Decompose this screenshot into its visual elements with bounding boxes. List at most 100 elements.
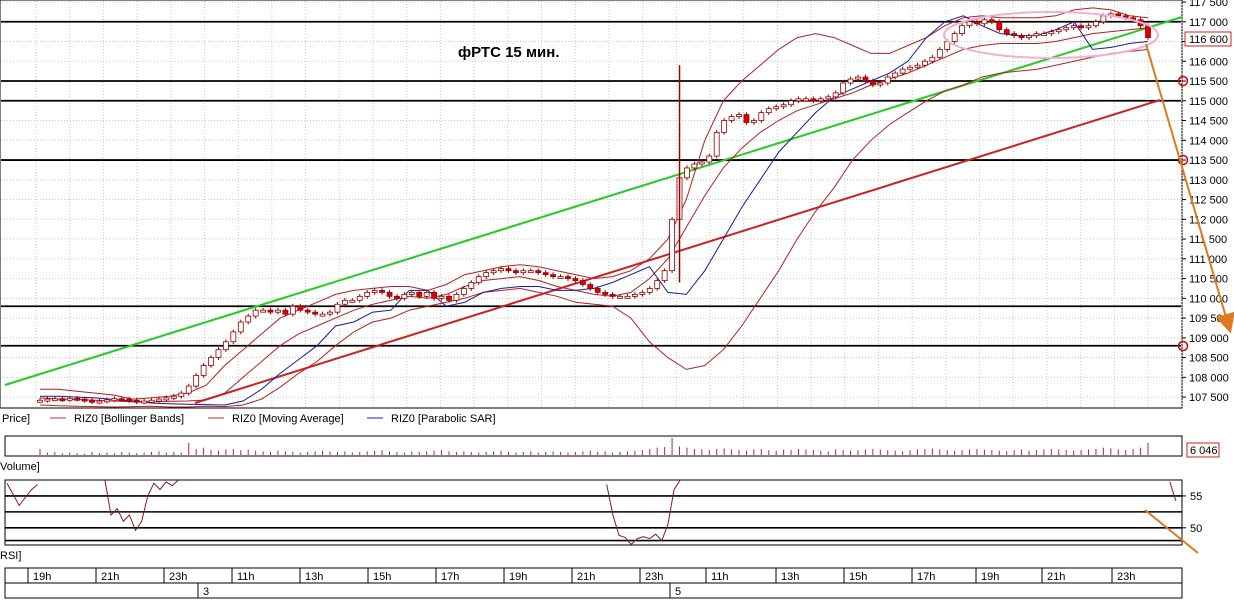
- candle-body: [267, 309, 274, 313]
- candle-body: [163, 397, 170, 401]
- candle-body: [51, 398, 58, 402]
- price-tick-label: 115 500: [1189, 76, 1228, 88]
- candle-body: [1055, 29, 1062, 33]
- rsi-tick-label: 50: [1190, 523, 1202, 535]
- candle-body: [74, 397, 81, 401]
- candle-body: [1033, 33, 1040, 37]
- legend: Price] RIZ0 [Bollinger Bands] RIZ0 [Movi…: [2, 413, 496, 425]
- price-tick-label: 108 000: [1189, 372, 1229, 384]
- candle-body: [156, 398, 162, 402]
- candle-body: [446, 295, 452, 301]
- time-tick-label: 23h: [169, 571, 187, 583]
- candle-body: [743, 114, 750, 123]
- candle-body: [780, 104, 787, 108]
- candle-body: [646, 288, 653, 293]
- candle-body: [706, 155, 713, 163]
- candle-body: [639, 291, 646, 295]
- candle-body: [617, 295, 623, 299]
- candle-body: [96, 400, 103, 404]
- volume-value-label: 6 046: [1190, 445, 1218, 457]
- price-tick-label: 112 000: [1189, 214, 1228, 226]
- time-tick-label: 17h: [917, 571, 935, 583]
- time-tick-label: 15h: [849, 571, 867, 583]
- candle-body: [981, 19, 988, 25]
- candle-body: [587, 284, 594, 289]
- time-tick-label: 13h: [305, 571, 323, 583]
- price-tick-label: 109 000: [1189, 333, 1229, 345]
- last-price-label: 116 600: [1189, 34, 1228, 46]
- candle-body: [579, 280, 586, 285]
- candle-body: [795, 98, 802, 102]
- rsi-pane: [4, 479, 1183, 546]
- time-axis: 19h 21h 23h 11h 13h 15h 17h 19h 21h 23h 11h 13h 15h 1…: [4, 567, 1183, 599]
- candle-body: [609, 293, 616, 297]
- candle-body: [1018, 35, 1025, 38]
- candle-body: [691, 163, 698, 169]
- time-tick-label: 23h: [1117, 571, 1135, 583]
- candle-body: [996, 21, 1003, 31]
- time-tick-label: 23h: [645, 571, 663, 583]
- candle-body: [855, 76, 861, 80]
- candle-body: [208, 357, 214, 366]
- candle-body: [966, 21, 973, 27]
- price-tick-label: 107 500: [1189, 392, 1229, 404]
- time-tick-label: 11h: [711, 571, 729, 583]
- candle-body: [423, 291, 430, 297]
- time-tick-label: 21h: [577, 571, 595, 583]
- candle-body: [884, 76, 891, 84]
- candle-body: [624, 295, 631, 299]
- candle-body: [475, 276, 482, 283]
- candle-body: [275, 309, 281, 313]
- candle-body: [1078, 25, 1084, 29]
- legend-price: Price]: [2, 413, 30, 425]
- candle-body: [773, 106, 780, 110]
- candle-body: [356, 295, 363, 301]
- candle-body: [892, 72, 899, 78]
- price-tick-label: 117 500: [1189, 0, 1228, 9]
- candle-body: [185, 385, 192, 394]
- candle-body: [736, 114, 742, 118]
- candle-body: [631, 293, 638, 297]
- price-tick-label: 113 500: [1189, 155, 1228, 167]
- candle-body: [654, 280, 661, 289]
- candle-body: [713, 131, 720, 157]
- price-tick-label: 117 000: [1189, 17, 1228, 29]
- candle-body: [535, 270, 542, 274]
- candle-body: [1048, 31, 1055, 35]
- price-tick-label: 116 000: [1189, 56, 1228, 68]
- candle-body: [803, 98, 809, 102]
- time-tick-label: 21h: [1047, 571, 1065, 583]
- candle-body: [319, 313, 326, 317]
- candle-body: [1145, 25, 1151, 38]
- candle-body: [899, 68, 906, 74]
- candle-body: [550, 274, 557, 278]
- candle-body: [959, 25, 965, 35]
- candle-body: [200, 365, 207, 376]
- legend-bollinger: RIZ0 [Bollinger Bands]: [74, 413, 184, 425]
- candle-body: [1115, 13, 1122, 17]
- candle-body: [877, 82, 884, 86]
- candle-body: [832, 92, 839, 98]
- candle-body: [847, 78, 854, 84]
- candle-body: [81, 398, 88, 402]
- price-chart: фРТС 15 мин. 107 500 108 000 108 500 109 00…: [0, 0, 1234, 599]
- price-tick-label: 110 500: [1189, 274, 1228, 286]
- candle-body: [334, 303, 341, 313]
- candle-body: [297, 305, 304, 311]
- candle-body: [223, 341, 229, 351]
- candle-body: [438, 295, 445, 299]
- candle-body: [542, 272, 549, 276]
- candle-body: [788, 100, 794, 106]
- candle-body: [89, 399, 95, 403]
- candle-body: [565, 276, 571, 279]
- rsi-axis: 55 50: [1182, 491, 1202, 535]
- candle-body: [825, 96, 832, 100]
- price-tick-label: 111 500: [1189, 234, 1227, 246]
- candle-body: [951, 33, 958, 42]
- candle-body: [974, 21, 980, 25]
- candle-body: [1003, 29, 1010, 35]
- candle-body: [126, 398, 133, 402]
- candle-body: [44, 398, 51, 402]
- candle-body: [1093, 21, 1099, 27]
- time-tick-label: 13h: [781, 571, 799, 583]
